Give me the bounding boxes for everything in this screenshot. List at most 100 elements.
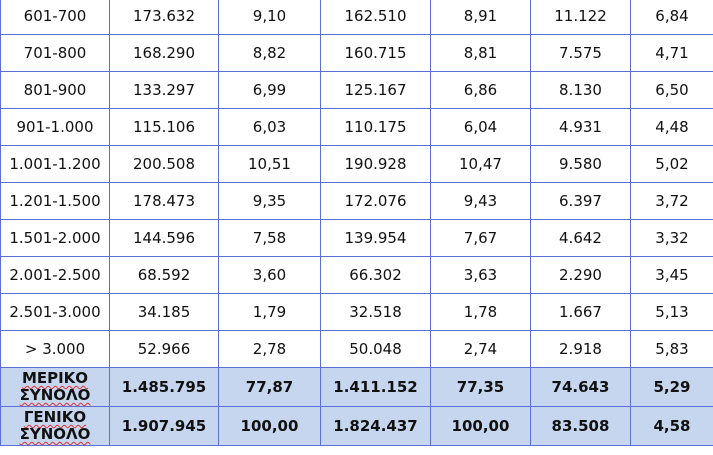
value-cell: 8.130 [530, 71, 631, 109]
value-cell: 3,32 [630, 219, 713, 257]
total-value-cell: 5,29 [630, 367, 713, 407]
value-cell: 2,78 [218, 330, 321, 368]
range-cell: 1.501-2.000 [0, 219, 110, 257]
statistics-table: 601-700 173.632 9,10 162.510 8,91 11.122 6,84 7… [0, 0, 713, 446]
value-cell: 168.290 [109, 34, 219, 72]
total-row: ΓΕΝΙΚΟ ΣΥΝΟΛΟ 1.907.945 100,00 1.824.437 100,… [0, 406, 713, 446]
value-cell: 2,74 [430, 330, 531, 368]
table-row: 701-800 168.290 8,82 160.715 8,81 7.575 4,71 [0, 34, 713, 72]
total-label-line: ΣΥΝΟΛΟ [19, 425, 91, 443]
value-cell: 2.290 [530, 256, 631, 294]
value-cell: 3,45 [630, 256, 713, 294]
value-cell: 11.122 [530, 0, 631, 35]
value-cell: 162.510 [320, 0, 431, 35]
value-cell: 6,84 [630, 0, 713, 35]
value-cell: 3,60 [218, 256, 321, 294]
value-cell: 8,81 [430, 34, 531, 72]
value-cell: 190.928 [320, 145, 431, 183]
value-cell: 139.954 [320, 219, 431, 257]
value-cell: 9,10 [218, 0, 321, 35]
value-cell: 4.931 [530, 108, 631, 146]
value-cell: 32.518 [320, 293, 431, 331]
value-cell: 4,48 [630, 108, 713, 146]
value-cell: 9,35 [218, 182, 321, 220]
range-cell: 701-800 [0, 34, 110, 72]
value-cell: 173.632 [109, 0, 219, 35]
total-value-cell: 83.508 [530, 406, 631, 446]
range-cell: 801-900 [0, 71, 110, 109]
table-row: 1.201-1.500 178.473 9,35 172.076 9,43 6.397 3,… [0, 182, 713, 220]
value-cell: 6,99 [218, 71, 321, 109]
value-cell: 5,83 [630, 330, 713, 368]
value-cell: 160.715 [320, 34, 431, 72]
value-cell: 4,71 [630, 34, 713, 72]
value-cell: 7,58 [218, 219, 321, 257]
range-cell: 2.001-2.500 [0, 256, 110, 294]
range-cell: 901-1.000 [0, 108, 110, 146]
value-cell: 3,63 [430, 256, 531, 294]
range-cell: > 3.000 [0, 330, 110, 368]
value-cell: 200.508 [109, 145, 219, 183]
total-value-cell: 100,00 [430, 406, 531, 446]
value-cell: 50.048 [320, 330, 431, 368]
total-label-line: ΣΥΝΟΛΟ [19, 386, 91, 404]
value-cell: 7,67 [430, 219, 531, 257]
value-cell: 6,86 [430, 71, 531, 109]
value-cell: 144.596 [109, 219, 219, 257]
range-cell: 1.201-1.500 [0, 182, 110, 220]
table-row: 1.001-1.200 200.508 10,51 190.928 10,47 9.580… [0, 145, 713, 183]
value-cell: 52.966 [109, 330, 219, 368]
value-cell: 178.473 [109, 182, 219, 220]
value-cell: 115.106 [109, 108, 219, 146]
value-cell: 133.297 [109, 71, 219, 109]
table-row: 2.501-3.000 34.185 1,79 32.518 1,78 1.667 5,13 [0, 293, 713, 331]
total-value-cell: 74.643 [530, 367, 631, 407]
total-value-cell: 1.824.437 [320, 406, 431, 446]
value-cell: 9.580 [530, 145, 631, 183]
value-cell: 66.302 [320, 256, 431, 294]
value-cell: 5,13 [630, 293, 713, 331]
value-cell: 4.642 [530, 219, 631, 257]
total-value-cell: 77,35 [430, 367, 531, 407]
value-cell: 1,78 [430, 293, 531, 331]
value-cell: 68.592 [109, 256, 219, 294]
range-cell: 2.501-3.000 [0, 293, 110, 331]
total-label-line: ΓΕΝΙΚΟ [23, 408, 87, 426]
value-cell: 1,79 [218, 293, 321, 331]
table-row: 801-900 133.297 6,99 125.167 6,86 8.130 6,50 [0, 71, 713, 109]
total-value-cell: 1.411.152 [320, 367, 431, 407]
value-cell: 6,50 [630, 71, 713, 109]
value-cell: 10,47 [430, 145, 531, 183]
value-cell: 8,82 [218, 34, 321, 72]
total-value-cell: 77,87 [218, 367, 321, 407]
value-cell: 110.175 [320, 108, 431, 146]
total-label-cell: ΜΕΡΙΚΟ ΣΥΝΟΛΟ [0, 367, 110, 407]
value-cell: 34.185 [109, 293, 219, 331]
value-cell: 6,04 [430, 108, 531, 146]
value-cell: 2.918 [530, 330, 631, 368]
total-value-cell: 4,58 [630, 406, 713, 446]
value-cell: 172.076 [320, 182, 431, 220]
value-cell: 7.575 [530, 34, 631, 72]
value-cell: 125.167 [320, 71, 431, 109]
value-cell: 3,72 [630, 182, 713, 220]
range-cell: 1.001-1.200 [0, 145, 110, 183]
total-label-line: ΜΕΡΙΚΟ [21, 369, 89, 387]
value-cell: 6,03 [218, 108, 321, 146]
value-cell: 6.397 [530, 182, 631, 220]
table-row: 2.001-2.500 68.592 3,60 66.302 3,63 2.290 3,45 [0, 256, 713, 294]
total-value-cell: 1.907.945 [109, 406, 219, 446]
total-row: ΜΕΡΙΚΟ ΣΥΝΟΛΟ 1.485.795 77,87 1.411.152 77,35… [0, 367, 713, 407]
table-row: > 3.000 52.966 2,78 50.048 2,74 2.918 5,83 [0, 330, 713, 368]
value-cell: 9,43 [430, 182, 531, 220]
table-row: 1.501-2.000 144.596 7,58 139.954 7,67 4.642 3,… [0, 219, 713, 257]
table-row: 901-1.000 115.106 6,03 110.175 6,04 4.931 4,48 [0, 108, 713, 146]
total-value-cell: 100,00 [218, 406, 321, 446]
value-cell: 10,51 [218, 145, 321, 183]
value-cell: 8,91 [430, 0, 531, 35]
table-body: 601-700 173.632 9,10 162.510 8,91 11.122 6,84 7… [0, 0, 713, 446]
table-row: 601-700 173.632 9,10 162.510 8,91 11.122 6,84 [0, 0, 713, 35]
total-value-cell: 1.485.795 [109, 367, 219, 407]
range-cell: 601-700 [0, 0, 110, 35]
value-cell: 1.667 [530, 293, 631, 331]
